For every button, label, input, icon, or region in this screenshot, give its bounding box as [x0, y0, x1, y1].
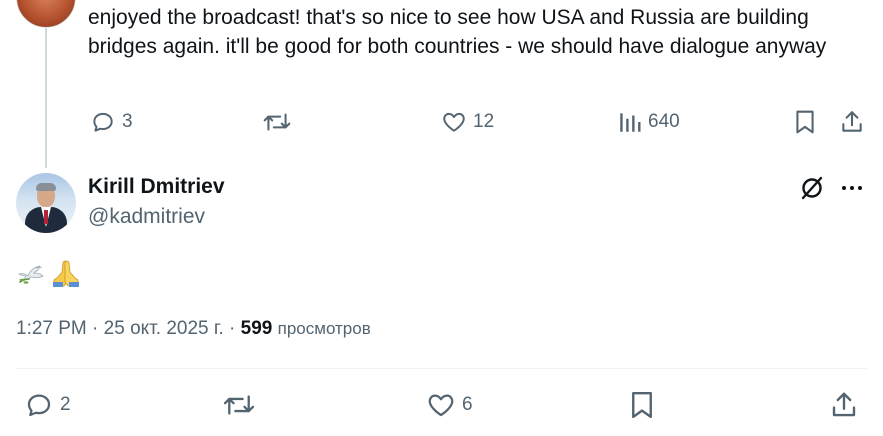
bookmark-icon	[632, 391, 652, 419]
thread-line	[45, 28, 47, 168]
folded-hands-icon	[53, 260, 79, 287]
grok-icon[interactable]	[798, 174, 826, 202]
author-avatar[interactable]	[16, 173, 76, 233]
meta-separator: ·	[86, 318, 104, 339]
bookmark-icon	[796, 110, 814, 134]
reply-count: 2	[60, 394, 71, 415]
bookmark-button[interactable]	[628, 390, 656, 420]
repost-button[interactable]	[222, 390, 256, 420]
heart-icon	[428, 394, 454, 417]
tweet-date[interactable]: 25 окт. 2025 г.	[104, 318, 224, 339]
repost-icon	[263, 113, 291, 131]
parent-like-button[interactable]: 12	[441, 109, 494, 135]
like-count: 6	[462, 394, 473, 415]
share-button[interactable]	[829, 390, 859, 420]
share-icon	[842, 111, 862, 132]
share-icon	[832, 392, 856, 417]
avatar-tie	[44, 210, 48, 224]
avatar-hair	[36, 183, 56, 191]
like-button[interactable]: 6	[426, 390, 473, 420]
meta-separator: ·	[223, 318, 241, 339]
analytics-icon	[620, 113, 641, 132]
author-handle[interactable]: @kadmitriev	[88, 205, 205, 229]
views-label: просмотров	[277, 319, 371, 338]
parent-avatar[interactable]	[16, 0, 76, 28]
more-options-icon[interactable]	[840, 176, 864, 200]
parent-views-button[interactable]: 640	[618, 109, 680, 135]
dove-icon	[17, 265, 44, 284]
views-count: 599	[240, 318, 273, 339]
tweet-time[interactable]: 1:27 PM	[16, 318, 87, 339]
parent-reply-text: enjoyed the broadcast! that's so nice to…	[88, 6, 827, 58]
heart-icon	[443, 112, 465, 132]
parent-reply-button[interactable]: 3	[90, 109, 133, 135]
divider	[16, 368, 867, 369]
tweet-meta: 1:27 PM · 25 окт. 2025 г. · 599 просмотр…	[16, 318, 371, 340]
reply-icon	[93, 112, 113, 132]
author-name[interactable]: Kirill Dmitriev	[88, 175, 225, 199]
tweet-body	[16, 258, 82, 288]
parent-repost-button[interactable]	[262, 109, 292, 135]
parent-bookmark-button[interactable]	[793, 109, 817, 135]
parent-reply-count: 3	[122, 111, 133, 132]
reply-button[interactable]: 2	[24, 390, 71, 420]
tweet-thread: enjoyed the broadcast! that's so nice to…	[0, 0, 883, 436]
parent-view-count: 640	[648, 111, 680, 132]
parent-share-button[interactable]	[839, 109, 865, 135]
parent-like-count: 12	[473, 111, 495, 132]
reply-icon	[27, 394, 51, 417]
repost-icon	[223, 395, 255, 415]
